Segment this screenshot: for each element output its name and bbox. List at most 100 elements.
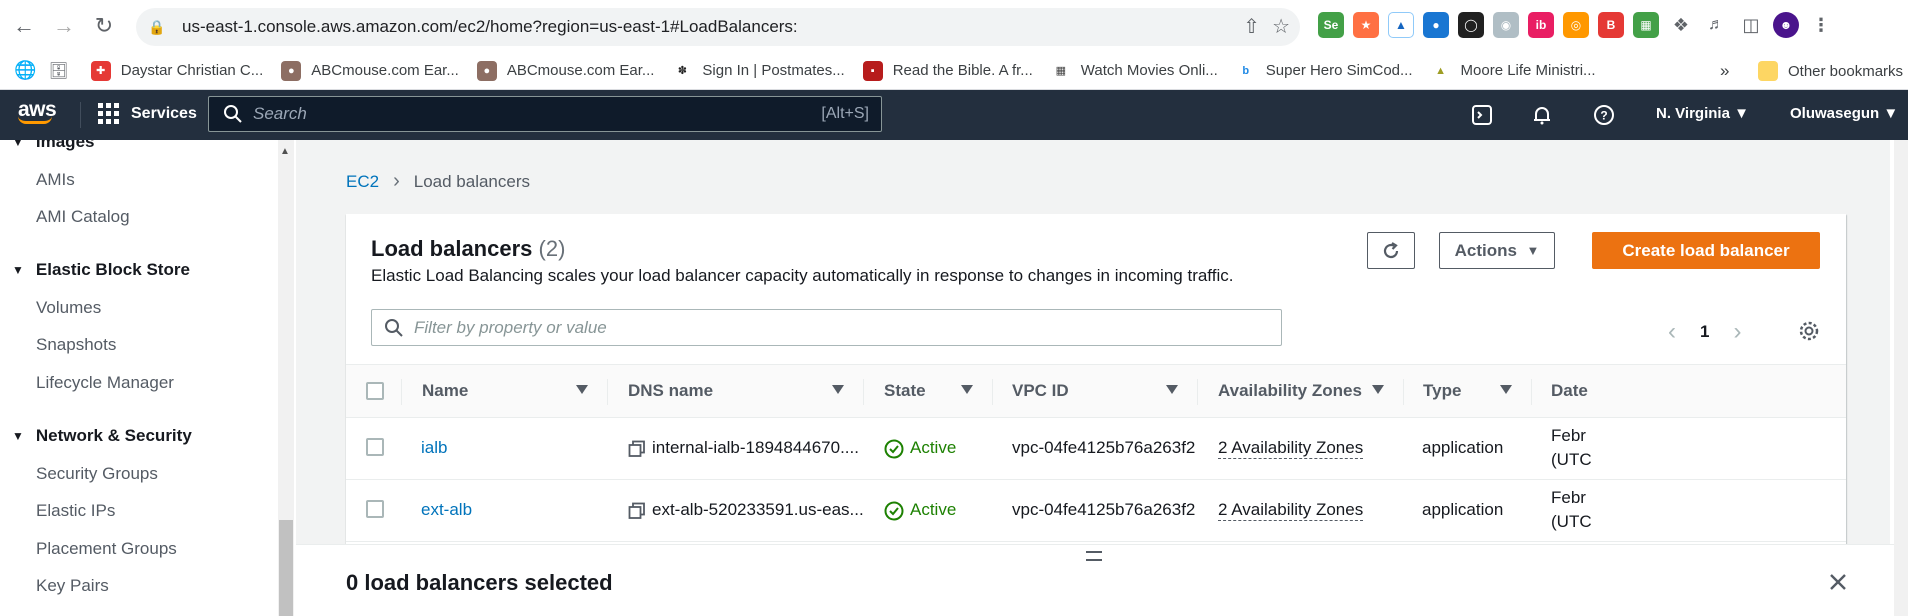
bell-icon[interactable]: [1530, 103, 1554, 127]
availability-zones[interactable]: 2 Availability Zones: [1218, 438, 1364, 459]
bookmark-item[interactable]: ● ABCmouse.com Ear...: [281, 60, 459, 81]
cloudshell-icon[interactable]: [1470, 103, 1494, 127]
select-all-checkbox[interactable]: [366, 382, 384, 400]
column-header-date[interactable]: Date: [1551, 381, 1588, 401]
services-button[interactable]: Services: [98, 103, 197, 124]
bookmark-item[interactable]: ✚ Daystar Christian C...: [90, 60, 263, 81]
sidebar-scrollbar[interactable]: ▲: [278, 140, 294, 616]
globe-icon[interactable]: 🌐: [14, 60, 36, 81]
column-header-state[interactable]: State: [884, 381, 926, 401]
settings-gear-icon[interactable]: [1798, 320, 1820, 342]
bookmark-item[interactable]: ✽ Sign In | Postmates...: [672, 60, 845, 81]
row-checkbox[interactable]: [366, 438, 384, 456]
selenium-ext-icon[interactable]: Se: [1318, 12, 1344, 38]
column-header-az[interactable]: Availability Zones: [1218, 381, 1362, 401]
scrollbar-thumb[interactable]: [279, 520, 293, 616]
page-number[interactable]: 1: [1700, 322, 1709, 342]
lb-name-link[interactable]: ialb: [421, 438, 447, 458]
sidebar-item-security-groups[interactable]: Security Groups: [36, 464, 158, 484]
table-row[interactable]: ext-alb ext-alb-520233591.us-eas... Acti…: [346, 480, 1846, 542]
bookmark-item[interactable]: ● ABCmouse.com Ear...: [476, 60, 654, 81]
sort-icon[interactable]: [1372, 385, 1384, 394]
forward-icon[interactable]: →: [46, 8, 82, 44]
avatar[interactable]: ☻: [1773, 12, 1799, 38]
table-row[interactable]: ialb internal-ialb-1894844670.... Active…: [346, 418, 1846, 480]
ext-icon-4[interactable]: ●: [1423, 12, 1449, 38]
sort-icon[interactable]: [576, 385, 588, 394]
sidebar-item-ami-catalog[interactable]: AMI Catalog: [36, 207, 130, 227]
column-header-name[interactable]: Name: [422, 381, 468, 401]
actions-button[interactable]: Actions ▼: [1439, 232, 1555, 269]
create-load-balancer-button[interactable]: Create load balancer: [1592, 232, 1820, 269]
breadcrumb-current: Load balancers: [413, 171, 531, 191]
sort-icon[interactable]: [1500, 385, 1512, 394]
reload-icon[interactable]: ↻: [86, 8, 122, 44]
sidebar-item-key-pairs[interactable]: Key Pairs: [36, 576, 109, 596]
sort-icon[interactable]: [832, 385, 844, 394]
sidebar-item-lifecycle-manager[interactable]: Lifecycle Manager: [36, 373, 174, 393]
column-header-dns[interactable]: DNS name: [628, 381, 713, 401]
chevron-left-icon[interactable]: ‹: [1668, 318, 1676, 346]
ext-icon-5[interactable]: ◯: [1458, 12, 1484, 38]
sidebar-group-ebs[interactable]: ▼ Elastic Block Store: [12, 260, 190, 280]
media-icon[interactable]: ♬: [1703, 12, 1729, 38]
column-header-type[interactable]: Type: [1423, 381, 1461, 401]
copy-icon[interactable]: [628, 502, 646, 520]
close-icon[interactable]: [1827, 571, 1849, 593]
row-checkbox[interactable]: [366, 500, 384, 518]
ext-icon-3[interactable]: ▲: [1388, 12, 1414, 38]
caret-down-icon: ▼: [12, 140, 24, 149]
kebab-menu-icon[interactable]: ⋮: [1808, 12, 1834, 38]
account-menu[interactable]: Oluwasegun ▼: [1790, 105, 1898, 122]
sidebar-item-elastic-ips[interactable]: Elastic IPs: [36, 501, 115, 521]
ext-icon-7[interactable]: ib: [1528, 12, 1554, 38]
other-bookmarks[interactable]: Other bookmarks: [1758, 61, 1903, 81]
sidebar-item-placement-groups[interactable]: Placement Groups: [36, 539, 177, 559]
region-selector[interactable]: N. Virginia ▼: [1656, 105, 1749, 122]
chevron-right-icon[interactable]: ›: [1733, 318, 1741, 346]
refresh-button[interactable]: [1367, 232, 1415, 269]
sidebar-group-network-security[interactable]: ▼ Network & Security: [12, 426, 192, 446]
resize-handle[interactable]: [1086, 551, 1102, 561]
help-icon[interactable]: ?: [1592, 103, 1616, 127]
search-icon: [385, 318, 403, 337]
ext-icon-8[interactable]: ◎: [1563, 12, 1589, 38]
ext-icon-2[interactable]: ★: [1353, 12, 1379, 38]
availability-zones[interactable]: 2 Availability Zones: [1218, 500, 1364, 521]
sidepanel-icon[interactable]: ◫: [1738, 12, 1764, 38]
sidebar-group-images[interactable]: ▼ Images: [12, 140, 94, 152]
state-status: Active: [910, 438, 957, 457]
ext-icon-10[interactable]: ▦: [1633, 12, 1659, 38]
ext-icon-9[interactable]: B: [1598, 12, 1624, 38]
bookmark-item[interactable]: ▦ Watch Movies Onli...: [1050, 60, 1218, 81]
star-icon[interactable]: ☆: [1272, 14, 1290, 39]
bookmark-folder-icon[interactable]: 🗄: [48, 61, 68, 81]
sidebar-item-amis[interactable]: AMIs: [36, 170, 75, 190]
sidebar-item-volumes[interactable]: Volumes: [36, 298, 101, 318]
share-icon[interactable]: ⇧: [1243, 14, 1260, 39]
scroll-up-icon[interactable]: ▲: [280, 146, 290, 157]
sort-icon[interactable]: [961, 385, 973, 394]
sidebar-item-snapshots[interactable]: Snapshots: [36, 335, 116, 355]
caret-down-icon: ▼: [1526, 243, 1540, 258]
ext-icon-6[interactable]: ◉: [1493, 12, 1519, 38]
lb-name-link[interactable]: ext-alb: [421, 500, 472, 520]
aws-logo[interactable]: aws: [18, 98, 60, 130]
vpc-id: vpc-04fe4125b76a263f2: [1012, 438, 1196, 457]
copy-icon[interactable]: [628, 440, 646, 458]
column-header-vpc[interactable]: VPC ID: [1012, 381, 1069, 401]
filter-input[interactable]: Filter by property or value: [371, 309, 1282, 346]
table-header: Name DNS name State VPC ID Availability …: [346, 364, 1846, 418]
back-icon[interactable]: ←: [6, 8, 42, 44]
address-bar[interactable]: 🔒 us-east-1.console.aws.amazon.com/ec2/h…: [136, 8, 1300, 46]
bookmark-item[interactable]: ▲ Moore Life Ministri...: [1430, 60, 1596, 81]
sort-icon[interactable]: [1166, 385, 1178, 394]
split-panel-title: 0 load balancers selected: [346, 570, 613, 595]
search-input[interactable]: Search [Alt+S]: [208, 96, 882, 132]
puzzle-icon[interactable]: ❖: [1668, 12, 1694, 38]
bookmark-item[interactable]: ▪ Read the Bible. A fr...: [862, 60, 1033, 81]
breadcrumb-ec2[interactable]: EC2: [346, 172, 379, 192]
main-scrollbar[interactable]: [1894, 140, 1908, 616]
bookmark-item[interactable]: b Super Hero SimCod...: [1235, 60, 1413, 81]
more-bookmarks-button[interactable]: »: [1720, 61, 1729, 81]
